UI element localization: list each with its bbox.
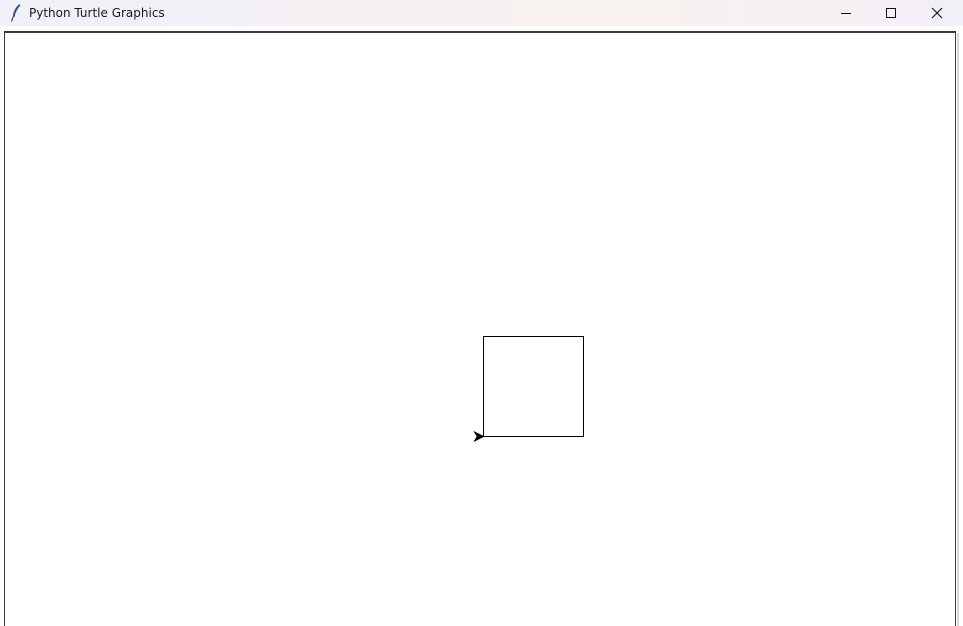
turtle-cursor [473, 431, 485, 442]
drawn-square [483, 336, 584, 437]
turtle-window: Python Turtle Graphics [0, 0, 963, 626]
canvas-drawing [473, 336, 584, 442]
